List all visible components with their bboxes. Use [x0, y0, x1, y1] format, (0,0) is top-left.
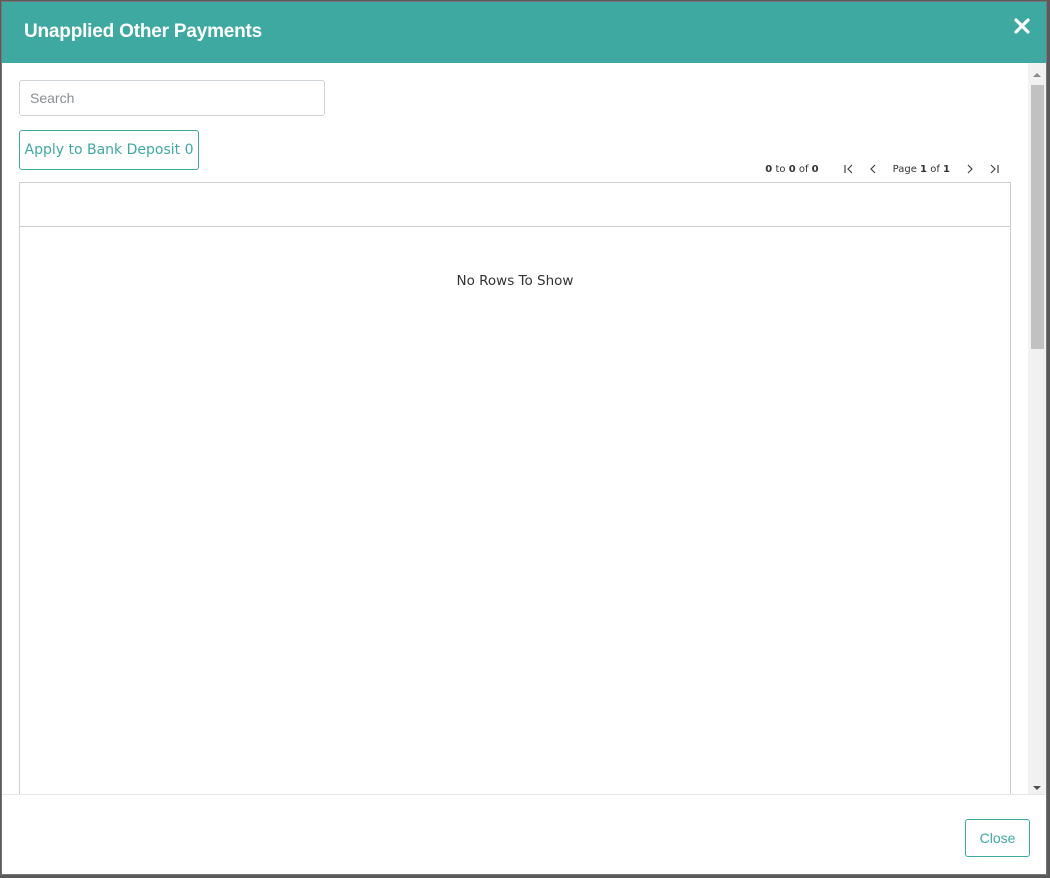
page-indicator: Page 1 of 1	[893, 164, 950, 175]
modal-title: Unapplied Other Payments	[24, 21, 263, 42]
total-pages: 1	[943, 163, 950, 175]
next-page-icon[interactable]	[960, 161, 980, 177]
page-word: Page	[892, 163, 917, 175]
row-to: 0	[788, 163, 796, 175]
row-to-word: to	[775, 163, 786, 175]
search-input[interactable]	[19, 80, 325, 116]
modal-body: Apply to Bank Deposit 0 0 to 0 of 0 Page…	[2, 63, 1046, 794]
scroll-down-icon[interactable]	[1032, 780, 1042, 790]
pagination: 0 to 0 of 0 Page 1 of 1	[765, 161, 1006, 177]
row-total: 0	[811, 163, 819, 175]
unapplied-payments-modal: Unapplied Other Payments Apply to Bank D…	[1, 1, 1047, 875]
close-button[interactable]: Close	[965, 819, 1030, 857]
previous-page-icon[interactable]	[863, 161, 883, 177]
page-of-word: of	[930, 163, 940, 175]
row-from: 0	[765, 163, 773, 175]
grid-header	[20, 183, 1010, 227]
vertical-scrollbar[interactable]	[1028, 63, 1046, 794]
empty-message: No Rows To Show	[456, 273, 574, 289]
apply-to-bank-deposit-button[interactable]: Apply to Bank Deposit 0	[19, 130, 199, 170]
modal-footer: Close	[2, 794, 1046, 874]
scroll-up-icon[interactable]	[1032, 67, 1042, 77]
first-page-icon[interactable]	[839, 161, 859, 177]
close-icon[interactable]	[1012, 16, 1032, 36]
current-page: 1	[920, 163, 928, 175]
modal-header: Unapplied Other Payments	[2, 2, 1046, 63]
last-page-icon[interactable]	[984, 161, 1004, 177]
scrollbar-thumb[interactable]	[1031, 85, 1044, 349]
payments-grid: No Rows To Show	[19, 182, 1011, 794]
row-summary: 0 to 0 of 0	[765, 164, 818, 175]
row-of-word: of	[798, 163, 809, 175]
